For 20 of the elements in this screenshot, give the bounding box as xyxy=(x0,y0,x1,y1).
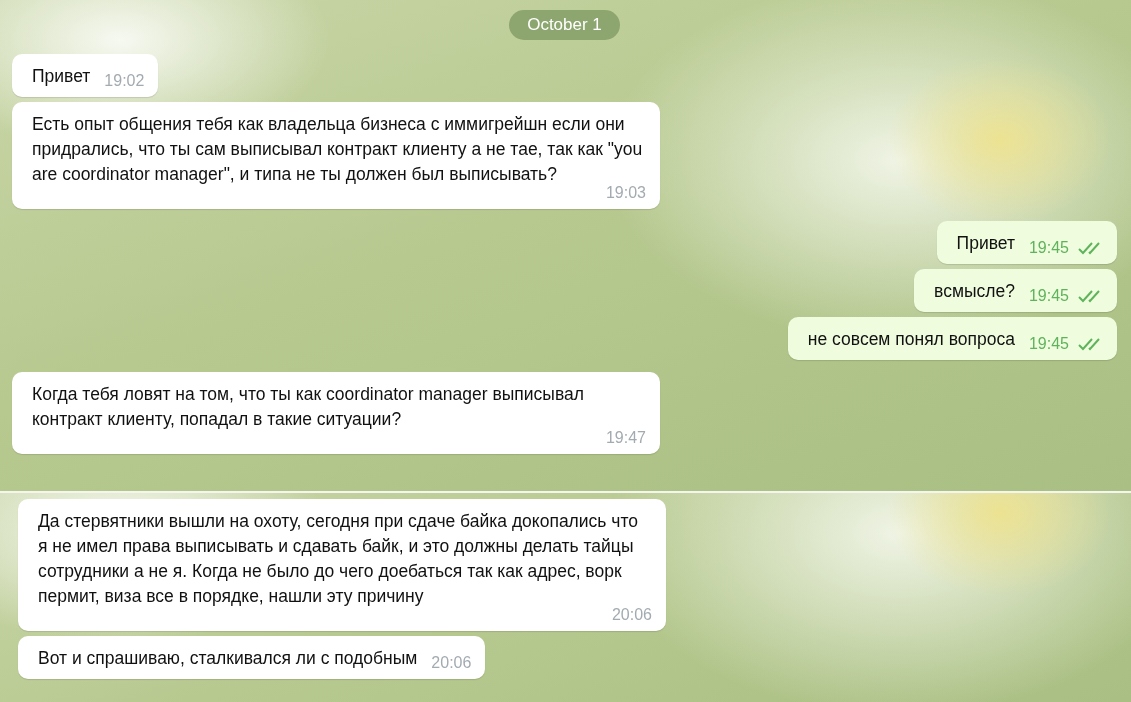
message-text: не совсем понял вопроса xyxy=(807,328,1015,351)
message-time: 19:02 xyxy=(104,73,145,89)
message-text: Привет xyxy=(32,65,91,88)
message-text: Да стервятники вышли на охоту, сегодня при сдаче байка докопались что я не имел права выписывать и сдавать байк, и это должны делать тайцы сотрудники а не я. Когда не было до чего доебаться так как адрес, ворк пермит, виза все в порядке, нашли эту причину xyxy=(38,510,639,608)
message-time: 20:06 xyxy=(611,607,652,623)
message-time: 19:47 xyxy=(605,430,646,446)
message-time: 19:45 xyxy=(1028,288,1069,304)
message-text: Вот и спрашиваю, сталкивался ли с подобным xyxy=(38,647,418,670)
double-check-icon xyxy=(1077,241,1103,255)
message-text: Есть опыт общения тебя как владельца бизнеса с иммигрейшн если они придрались, что ты сам выписывал контракт клиенту а не тае, так как "you are coordinator manager", и типа не ты должен был выписывать? xyxy=(32,113,644,186)
message-text: Когда тебя ловят на том, что ты как coordinator manager выписывал контракт клиенту, попадал в такие ситуации? xyxy=(32,383,585,431)
date-badge: October 1 xyxy=(509,10,620,40)
message-time: 19:45 xyxy=(1028,240,1069,256)
message-time: 19:45 xyxy=(1028,336,1069,352)
double-check-icon xyxy=(1077,289,1103,303)
message-time: 20:06 xyxy=(431,655,472,671)
message-time: 19:03 xyxy=(605,185,646,201)
double-check-icon xyxy=(1077,337,1103,351)
message-text: Привет xyxy=(956,232,1015,255)
message-text: всмысле? xyxy=(934,280,1015,303)
